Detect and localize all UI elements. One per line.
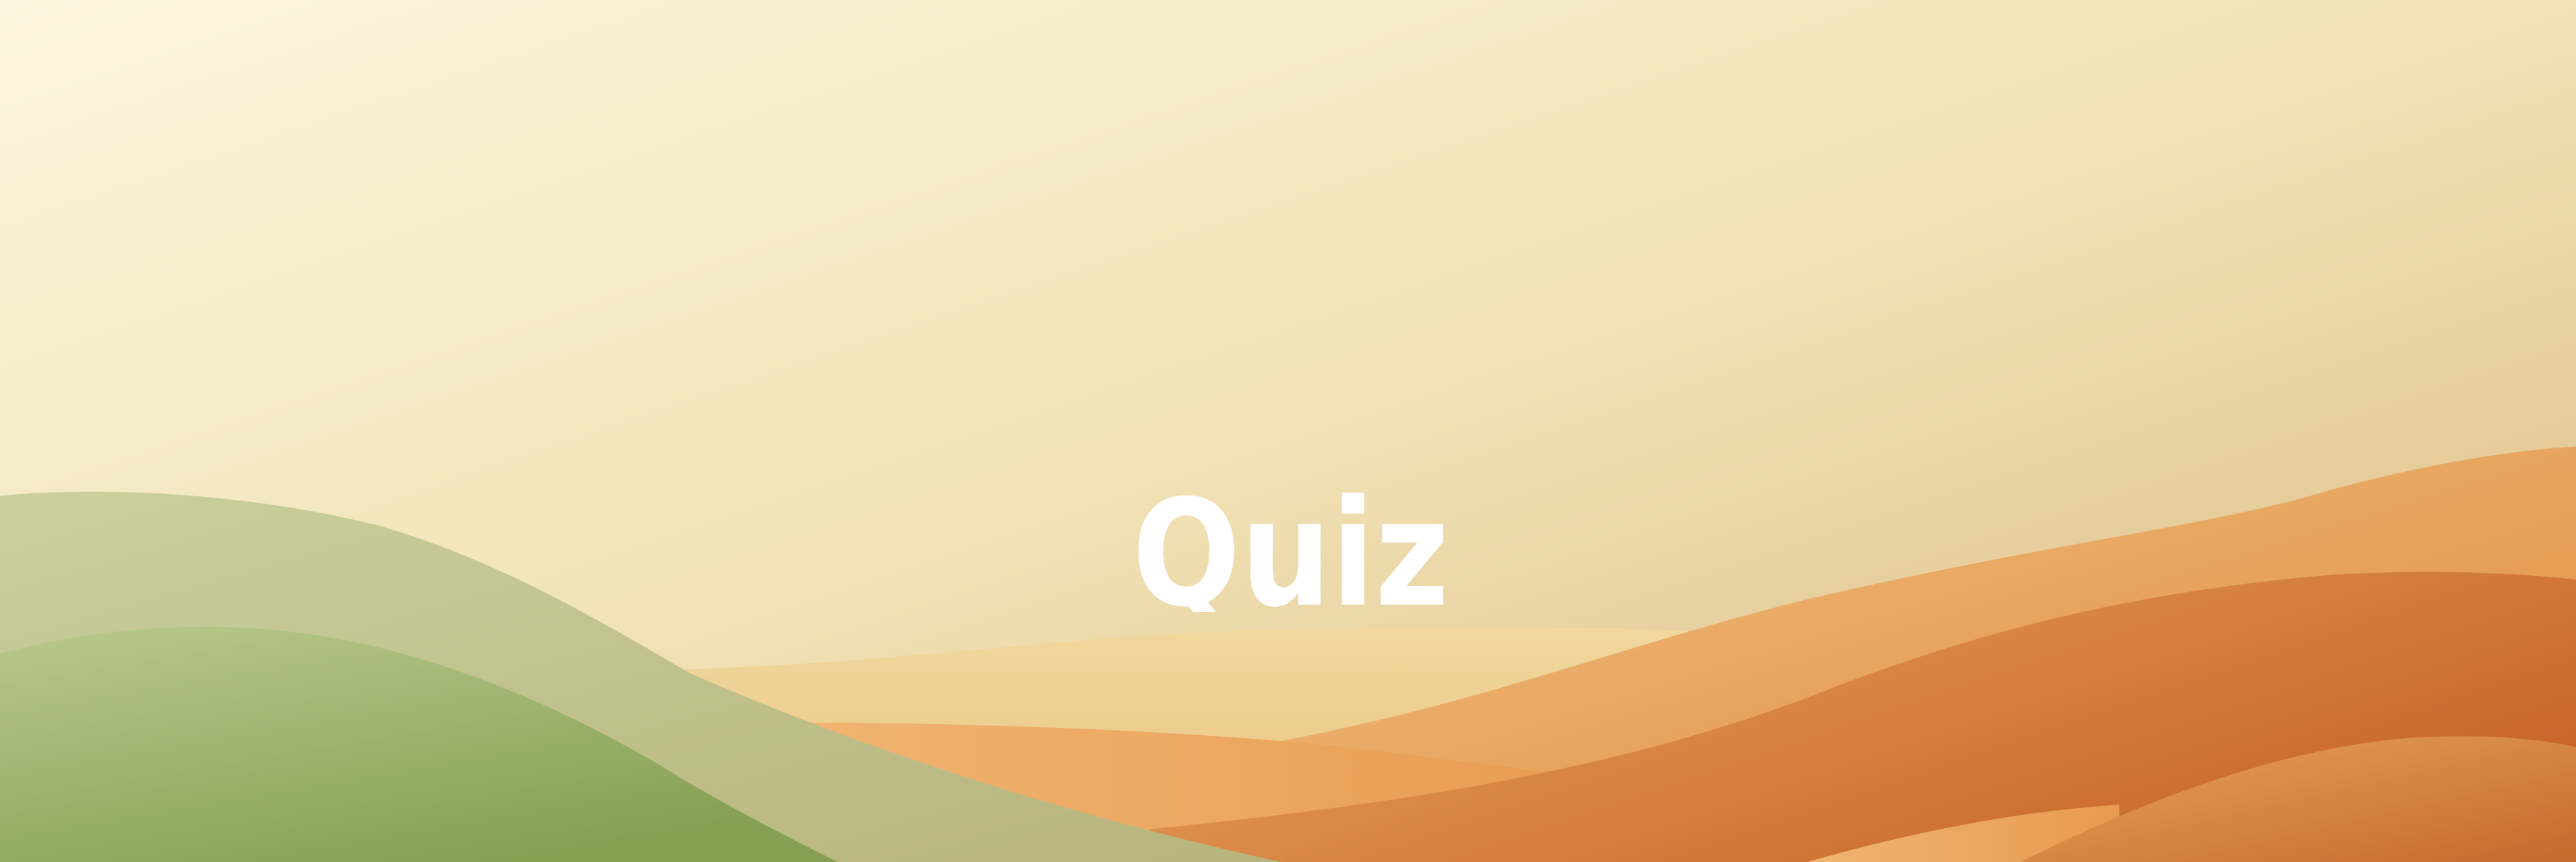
- landscape-background: [0, 0, 2576, 862]
- logo-text: Quiz: [1132, 487, 1449, 612]
- quiz-logo: Quiz: [1132, 487, 1449, 612]
